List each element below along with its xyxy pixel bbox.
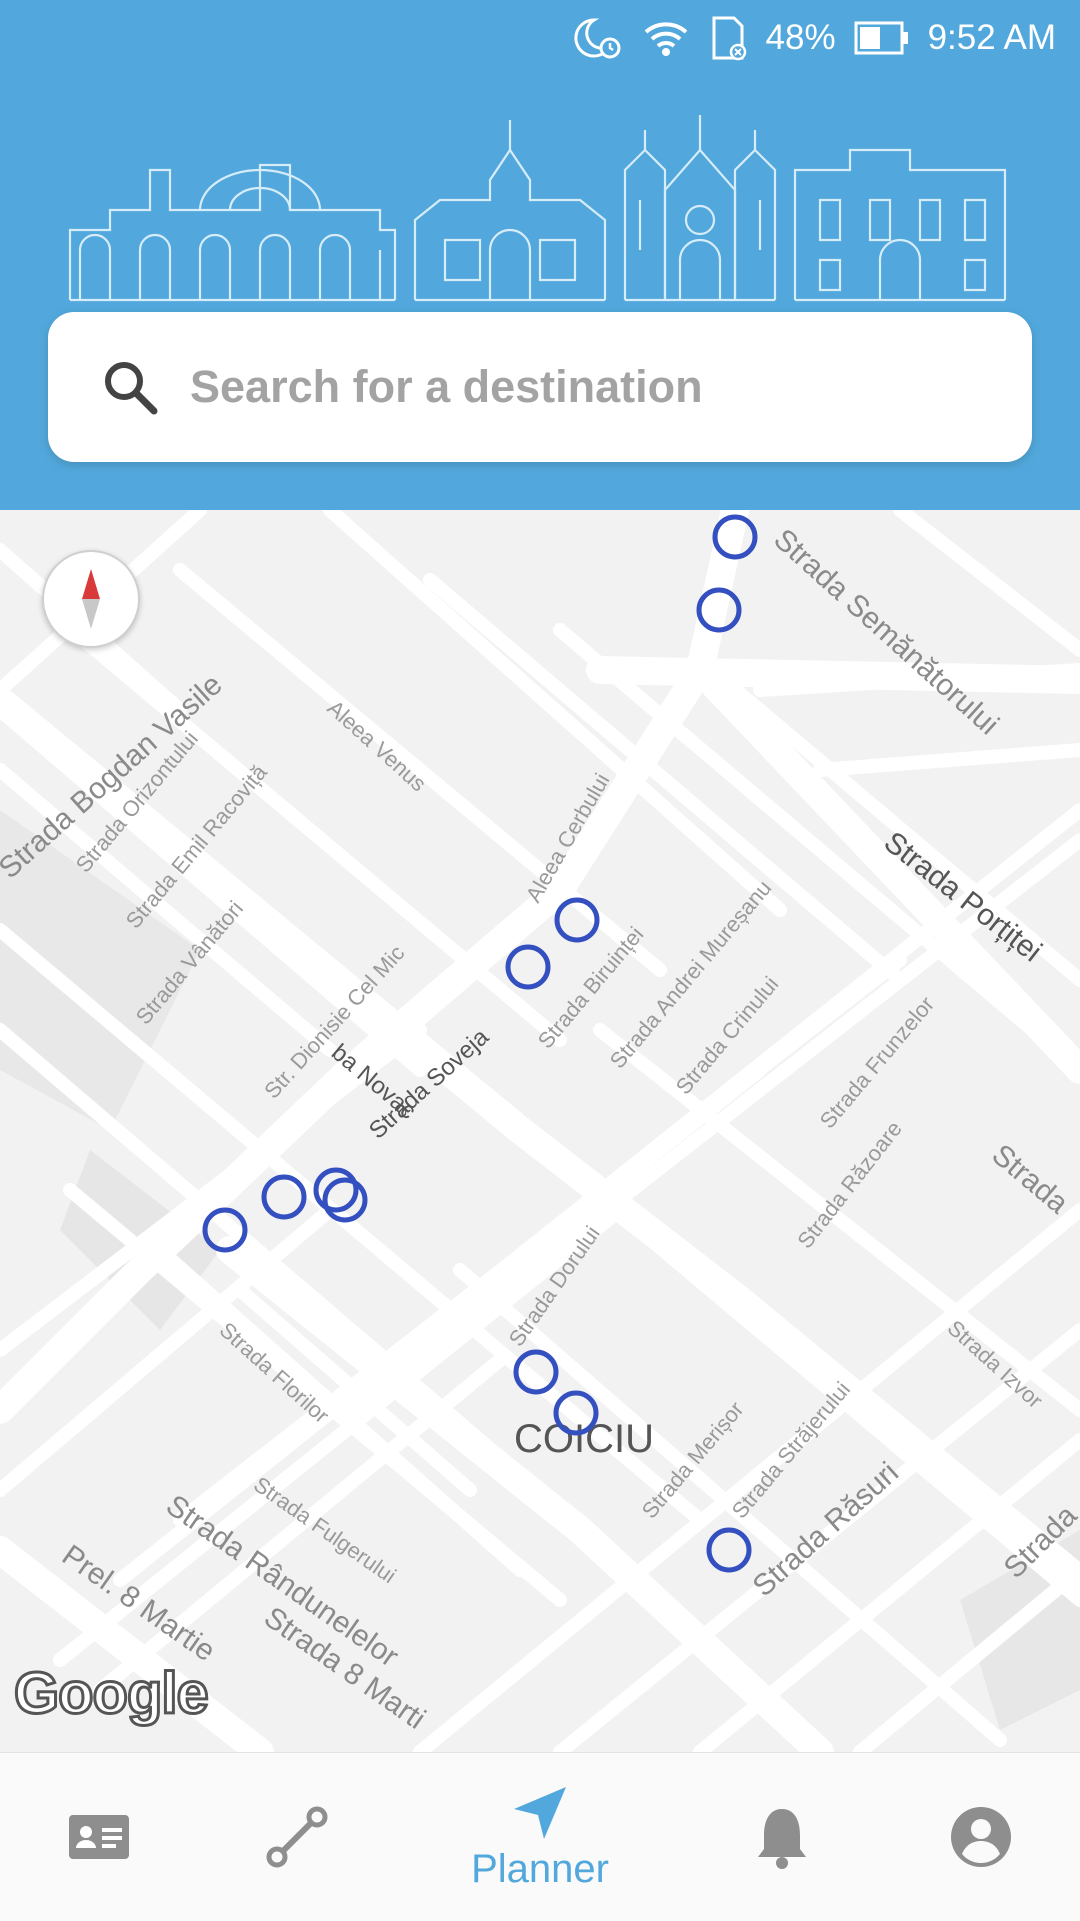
nav-planner-label: Planner (471, 1846, 609, 1891)
header: 48% 9:52 AM (0, 0, 1080, 510)
wifi-icon (642, 14, 690, 62)
sd-card-icon (708, 14, 748, 62)
clock: 9:52 AM (927, 18, 1056, 57)
bell-icon (758, 1809, 806, 1869)
map-view[interactable]: Strada Semănătorului Strada Bogdan Vasil… (0, 510, 1080, 1752)
compass-button[interactable] (42, 550, 140, 648)
route-icon (266, 1806, 328, 1868)
city-skyline-illustration (68, 115, 1007, 302)
map-canvas[interactable]: Strada Semănătorului Strada Bogdan Vasil… (0, 510, 1080, 1752)
nav-routes[interactable] (217, 1753, 377, 1921)
status-bar: 48% 9:52 AM (570, 14, 1056, 62)
account-icon (951, 1807, 1011, 1867)
battery-icon (854, 20, 910, 56)
compass-icon (82, 569, 100, 629)
nav-account[interactable] (901, 1753, 1061, 1921)
google-attribution: Google (13, 1660, 211, 1728)
id-card-icon (69, 1815, 129, 1859)
battery-percent: 48% (765, 18, 836, 57)
district-label: COICIU (514, 1417, 654, 1461)
search-bar[interactable] (48, 312, 1032, 462)
nav-tickets[interactable] (19, 1753, 179, 1921)
moon-alarm-icon (570, 14, 624, 62)
bottom-navigation: Planner (0, 1752, 1080, 1921)
search-input[interactable] (188, 346, 972, 428)
search-icon (105, 362, 158, 415)
nav-planner[interactable]: Planner (460, 1753, 620, 1921)
nav-notifications[interactable] (702, 1753, 862, 1921)
send-icon (514, 1786, 566, 1839)
